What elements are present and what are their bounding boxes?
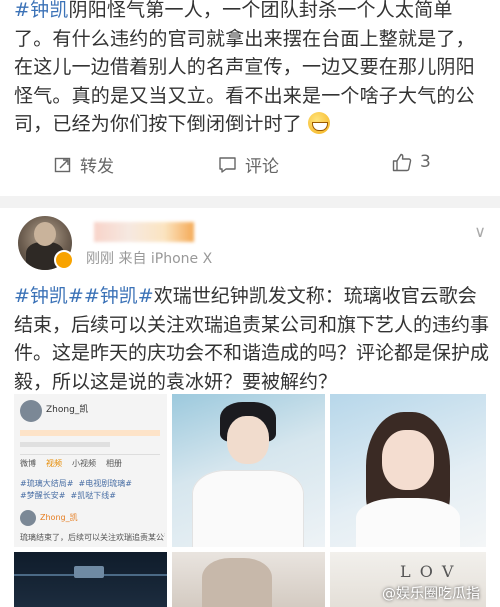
thumbs-up-icon <box>392 153 412 171</box>
like-count: 3 <box>420 152 431 172</box>
repost-icon <box>54 157 71 172</box>
post-1: #钟凯阴阳怪气第一人，一个团队封杀一个人太简单了。有什么违约的官司就拿出来摆在台… <box>0 0 500 196</box>
chevron-down-icon[interactable]: ∨ <box>474 222 486 241</box>
post-1-body: 阴阳怪气第一人，一个团队封杀一个人太简单了。有什么违约的官司就拿出来摆在台面上整… <box>14 0 475 135</box>
verified-badge-icon <box>54 250 74 270</box>
repost-label: 转发 <box>80 157 114 177</box>
image-grid: Zhong_凯 微博 视频 小视频 相册 #琉璃大结局# #电视剧琉璃# #梦醒… <box>14 394 486 607</box>
like-button[interactable]: 3 <box>392 152 431 172</box>
profile-tags-mini: #琉璃大结局# #电视剧琉璃# #梦醒长安# #凯哒下线# <box>20 479 132 500</box>
post-divider <box>0 196 500 208</box>
image-thumbnail-6[interactable]: L O V @娱乐圈吃瓜指 <box>330 552 486 607</box>
hashtag-link[interactable]: #钟凯 <box>14 0 69 21</box>
username-blurred[interactable] <box>94 222 194 242</box>
profile-avatar-mini <box>20 400 42 422</box>
profile-tabs-mini: 微博 视频 小视频 相册 <box>20 459 122 468</box>
grin-emoji-icon <box>308 112 331 134</box>
watermark: @娱乐圈吃瓜指 <box>382 586 480 602</box>
post-1-action-bar: 转发 评论 3 <box>0 148 500 180</box>
image-thumbnail-1[interactable]: Zhong_凯 微博 视频 小视频 相册 #琉璃大结局# #电视剧琉璃# #梦醒… <box>14 394 167 547</box>
hashtag-link-2[interactable]: #钟凯# <box>84 285 154 307</box>
profile-name-mini: Zhong_凯 <box>46 405 89 415</box>
repost-button[interactable]: 转发 <box>54 152 114 177</box>
image-thumbnail-5[interactable] <box>172 552 325 607</box>
comment-label: 评论 <box>245 157 279 177</box>
hashtag-link-1[interactable]: #钟凯# <box>14 285 84 307</box>
comment-button[interactable]: 评论 <box>218 152 279 177</box>
post-2-meta: 刚刚 来自 iPhone X <box>86 251 213 267</box>
post-2-text: #钟凯##钟凯#欢瑞世纪钟凯发文称：琉璃收官云歌会结束，后续可以关注欢瑞追责某公… <box>14 282 490 396</box>
image-thumbnail-3[interactable] <box>330 394 486 547</box>
image-thumbnail-4[interactable] <box>14 552 167 607</box>
post-1-text: #钟凯阴阳怪气第一人，一个团队封杀一个人太简单了。有什么违约的官司就拿出来摆在台… <box>14 0 488 139</box>
post-2: 刚刚 来自 iPhone X ∨ #钟凯##钟凯#欢瑞世纪钟凯发文称：琉璃收官云… <box>0 208 500 607</box>
image-thumbnail-2[interactable] <box>172 394 325 547</box>
comment-icon <box>219 156 236 173</box>
